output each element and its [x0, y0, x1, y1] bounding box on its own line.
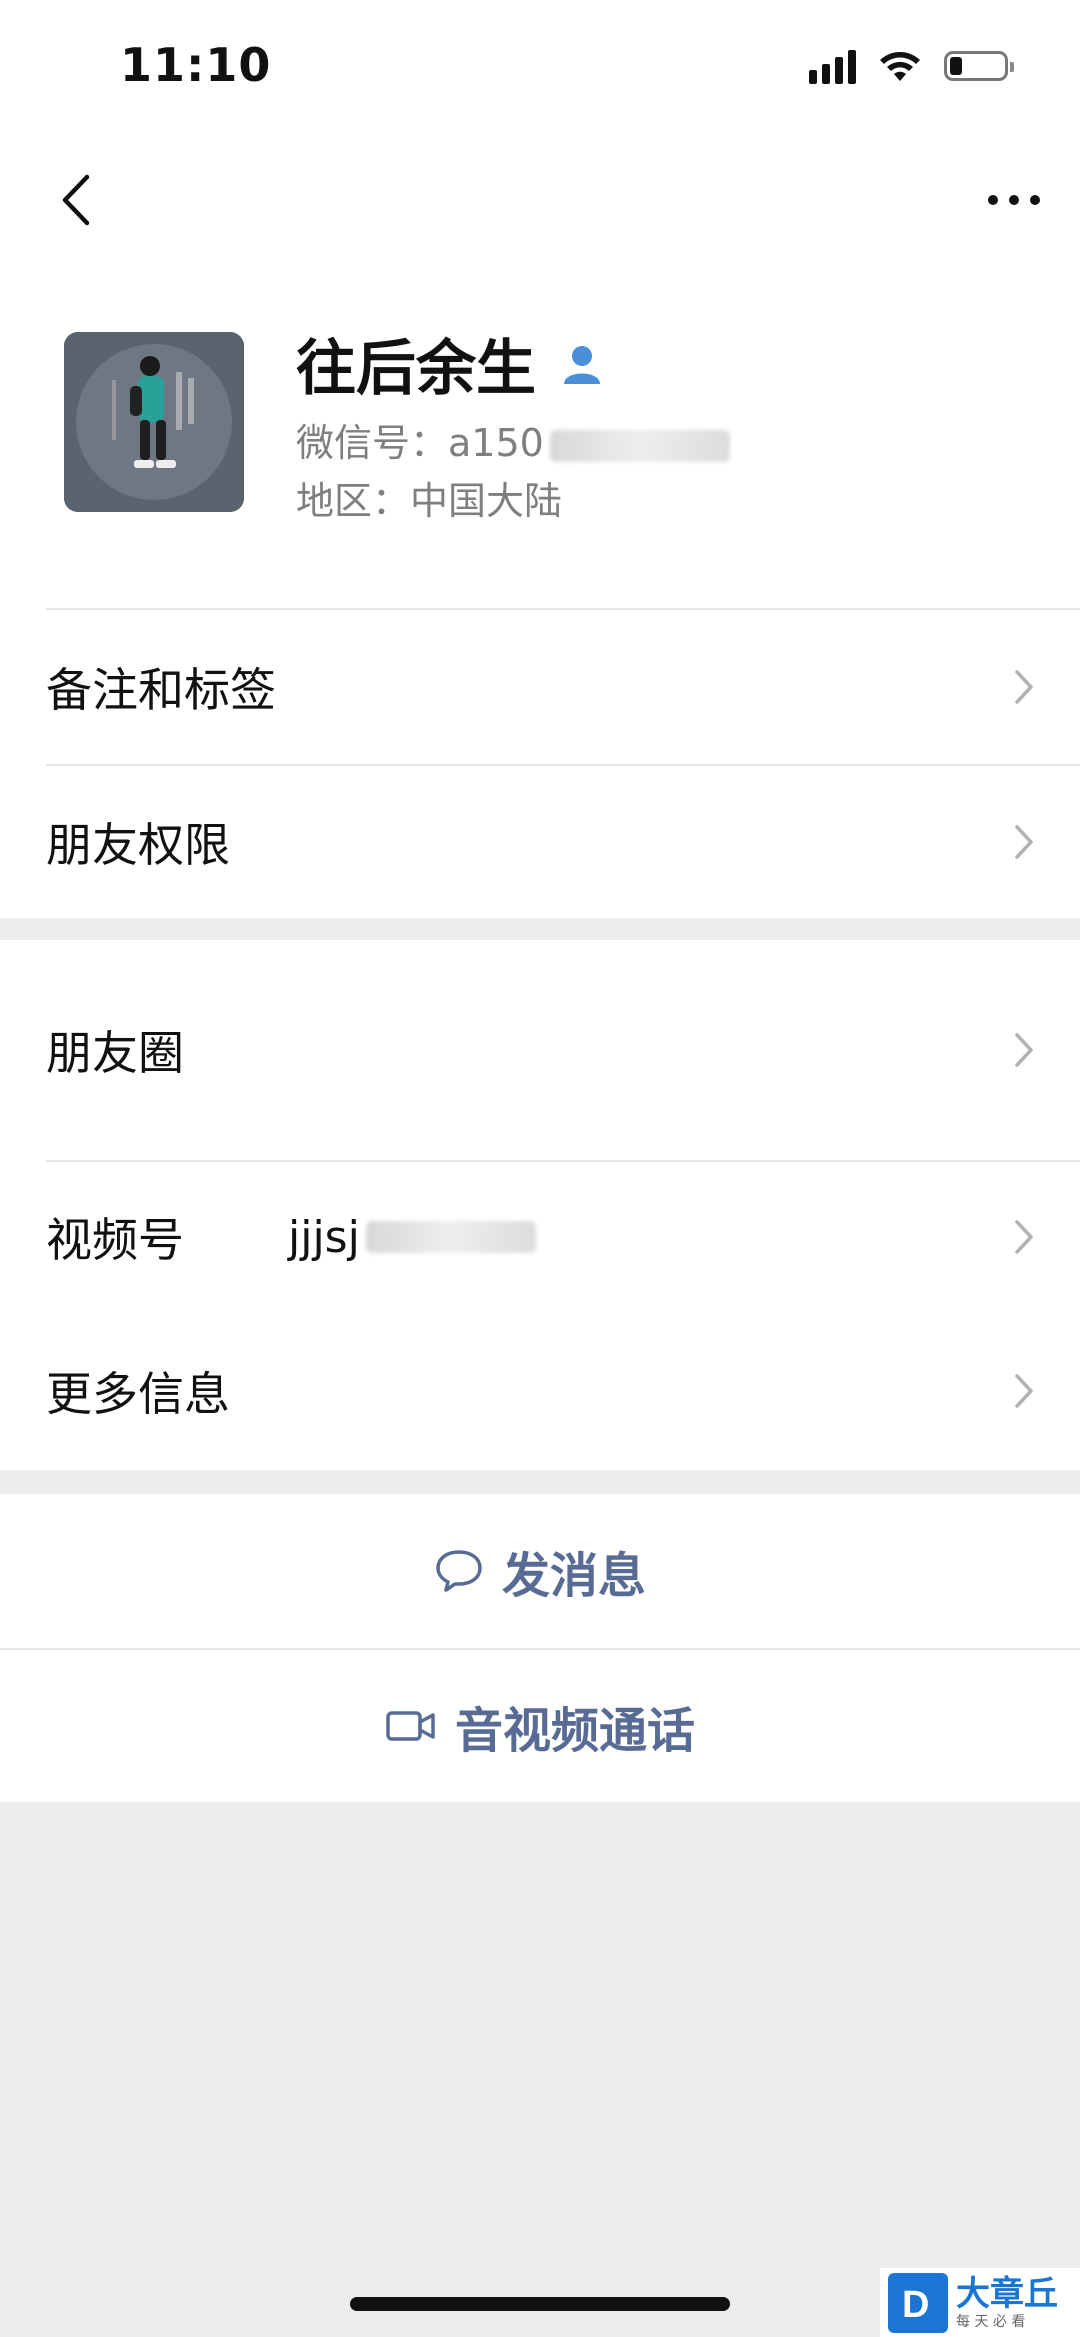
avatar[interactable] [64, 332, 244, 512]
chevron-right-icon [1015, 670, 1033, 704]
wechat-id: 微信号：a150 [296, 412, 730, 467]
settings-group-2: 朋友圈 视频号 jjjsj 更多信息 [0, 940, 1080, 1470]
watermark: D 大章丘 每 天 必 看 [880, 2268, 1080, 2337]
chevron-right-icon [1015, 1220, 1033, 1254]
region-label: 地区： [296, 479, 411, 523]
remarks-tags-cell[interactable]: 备注和标签 [0, 610, 1080, 764]
home-indicator[interactable] [350, 2297, 730, 2311]
send-message-button[interactable]: 发消息 [0, 1494, 1080, 1648]
video-camera-icon [386, 1711, 435, 1741]
status-bar: 11:10 [0, 0, 1080, 140]
contact-person-icon [564, 345, 600, 384]
watermark-logo: D [888, 2272, 948, 2333]
more-info-label: 更多信息 [46, 1367, 230, 1421]
wechat-id-label: 微信号： [296, 421, 449, 465]
profile-header: 往后余生 微信号：a150 地区：中国大陆 [0, 260, 1080, 608]
more-info-cell[interactable]: 更多信息 [0, 1312, 1080, 1470]
avatar-illustration [64, 332, 244, 512]
settings-group-1: 备注和标签 朋友权限 [0, 608, 1080, 918]
wechat-id-value: a150 [448, 421, 544, 465]
back-button[interactable] [36, 160, 116, 240]
region-value: 中国大陆 [410, 479, 563, 523]
contact-profile-screen: 11:10 往后余生 微信号：a150 地区：中国大陆 备注和标签 朋友权限 朋… [0, 0, 1080, 2337]
chevron-right-icon [1015, 1033, 1033, 1067]
friend-permissions-label: 朋友权限 [46, 818, 230, 872]
chevron-right-icon [1015, 1374, 1033, 1408]
watermark-subtext: 每 天 必 看 [956, 2313, 1026, 2330]
name-row: 往后余生 [296, 320, 604, 407]
nav-bar [0, 140, 1080, 260]
channels-value-text: jjjsj [288, 1211, 360, 1263]
status-time: 11:10 [120, 38, 272, 92]
av-call-label: 音视频通话 [454, 1703, 695, 1759]
wifi-icon [880, 52, 920, 81]
send-message-label: 发消息 [501, 1548, 646, 1604]
cellular-signal-icon [809, 48, 856, 84]
av-call-button[interactable]: 音视频通话 [0, 1650, 1080, 1802]
channels-value: jjjsj [288, 1212, 536, 1263]
moments-cell[interactable]: 朋友圈 [0, 940, 1080, 1160]
blur-mask [365, 1221, 536, 1253]
contact-name: 往后余生 [296, 334, 536, 404]
more-dots-icon [988, 195, 1040, 205]
svg-text:D: D [902, 2284, 929, 2326]
blur-mask [549, 429, 730, 462]
more-options-button[interactable] [974, 160, 1054, 240]
actions-group: 发消息 音视频通话 [0, 1494, 1080, 1802]
watermark-text: 大章丘 [956, 2273, 1058, 2314]
friend-permissions-cell[interactable]: 朋友权限 [0, 766, 1080, 918]
chevron-right-icon [1015, 825, 1033, 859]
battery-icon [944, 51, 1014, 81]
chevron-left-icon [62, 174, 90, 226]
moments-label: 朋友圈 [46, 1026, 184, 1080]
remarks-tags-label: 备注和标签 [46, 663, 276, 717]
chat-bubble-icon [436, 1550, 482, 1592]
channels-label: 视频号 [46, 1213, 184, 1267]
region: 地区：中国大陆 [296, 470, 562, 525]
status-icons [809, 48, 1014, 84]
channels-cell[interactable]: 视频号 jjjsj [0, 1162, 1080, 1312]
